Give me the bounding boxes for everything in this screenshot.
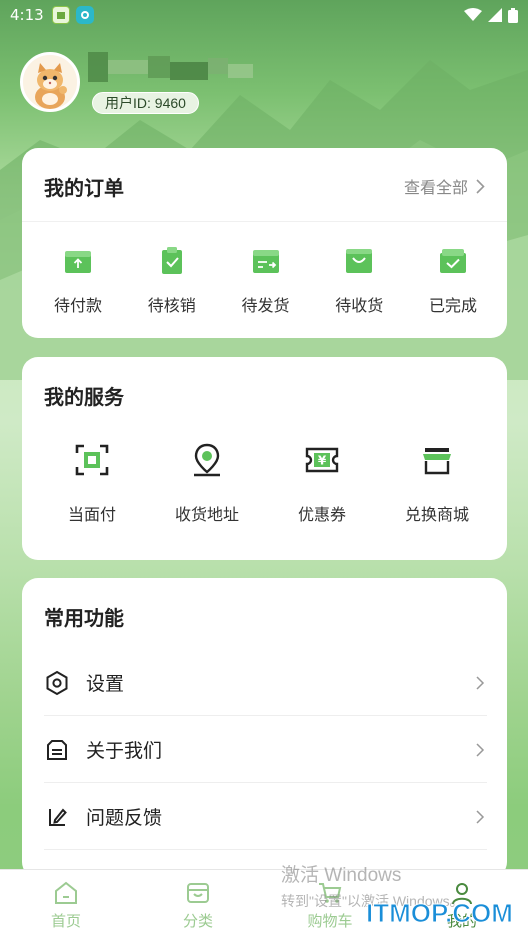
list-label: 问题反馈 bbox=[86, 807, 163, 829]
order-pending-payment[interactable]: 待付款 bbox=[38, 244, 118, 316]
orders-title: 我的订单 bbox=[44, 176, 124, 200]
service-exchange-store[interactable]: 兑换商城 bbox=[387, 441, 487, 525]
list-item-settings[interactable]: 设置 bbox=[44, 650, 487, 716]
service-label: 兑换商城 bbox=[404, 505, 469, 524]
scan-pay-icon bbox=[75, 444, 109, 476]
shopping-bag-icon bbox=[346, 249, 373, 273]
services-row: 当面付 收货地址 ¥ 优惠券 兑换商城 bbox=[42, 441, 487, 525]
service-label: 收货地址 bbox=[174, 505, 239, 524]
about-icon bbox=[47, 739, 67, 760]
store-icon bbox=[423, 448, 451, 475]
wallet-upload-icon bbox=[65, 251, 91, 273]
view-all-orders-link[interactable]: 查看全部 bbox=[404, 174, 485, 198]
tab-category[interactable]: 分类 bbox=[132, 870, 264, 939]
order-label: 待核销 bbox=[147, 296, 196, 315]
battery-icon bbox=[508, 7, 518, 23]
svg-text:¥: ¥ bbox=[318, 454, 327, 468]
list-label: 设置 bbox=[86, 673, 125, 695]
status-app-icon bbox=[75, 6, 94, 24]
category-icon bbox=[187, 883, 209, 903]
chevron-right-icon bbox=[476, 809, 485, 824]
order-label: 待发货 bbox=[241, 296, 290, 315]
list-item-about[interactable]: 关于我们 bbox=[44, 717, 487, 783]
common-title: 常用功能 bbox=[44, 606, 124, 630]
tab-label: 分类 bbox=[182, 912, 213, 930]
order-pending-verify[interactable]: 待核销 bbox=[132, 244, 212, 316]
service-label: 当面付 bbox=[67, 505, 116, 524]
service-scan-pay[interactable]: 当面付 bbox=[42, 441, 142, 525]
list-item-feedback[interactable]: 问题反馈 bbox=[44, 784, 487, 850]
chevron-right-icon bbox=[476, 178, 485, 194]
order-completed[interactable]: 已完成 bbox=[413, 244, 493, 316]
user-id-badge: 用户ID: 9460 bbox=[92, 92, 199, 114]
status-indicators bbox=[464, 7, 518, 23]
common-functions-card: 常用功能 设置 关于我们 问题反馈 bbox=[22, 578, 507, 878]
chevron-right-icon bbox=[476, 742, 485, 757]
order-label: 已完成 bbox=[428, 296, 477, 315]
services-title: 我的服务 bbox=[44, 385, 124, 409]
service-address[interactable]: 收货地址 bbox=[157, 441, 257, 525]
box-check-icon bbox=[440, 249, 466, 273]
status-time: 4:13 bbox=[10, 6, 44, 24]
orders-header: 我的订单 查看全部 bbox=[22, 148, 507, 222]
view-all-label: 查看全部 bbox=[403, 178, 468, 197]
clipboard-check-icon bbox=[161, 247, 182, 274]
home-icon bbox=[55, 881, 77, 904]
status-bar: 4:13 bbox=[0, 0, 528, 30]
order-label: 待付款 bbox=[53, 296, 102, 315]
order-label: 待收货 bbox=[335, 296, 384, 315]
tab-home[interactable]: 首页 bbox=[0, 870, 132, 939]
list-label: 关于我们 bbox=[86, 740, 163, 762]
chevron-right-icon bbox=[476, 675, 485, 690]
tab-label: 购物车 bbox=[307, 912, 353, 930]
feedback-icon bbox=[49, 808, 67, 826]
tab-label: 首页 bbox=[50, 912, 81, 930]
signal-icon bbox=[488, 8, 502, 22]
coupon-icon: ¥ bbox=[305, 447, 339, 473]
location-pin-icon bbox=[194, 443, 220, 477]
cart-icon bbox=[319, 883, 342, 903]
service-coupon[interactable]: ¥ 优惠券 bbox=[272, 441, 372, 525]
box-send-icon bbox=[252, 250, 279, 273]
order-pending-ship[interactable]: 待发货 bbox=[226, 244, 306, 316]
settings-icon bbox=[46, 670, 68, 695]
order-status-row: 待付款 待核销 待发货 待收货 已完成 bbox=[38, 244, 493, 316]
site-watermark: ITMOP.COM bbox=[366, 898, 514, 929]
wifi-icon bbox=[464, 8, 482, 21]
orders-card: 我的订单 查看全部 待付款 待核销 待发货 待收货 已完成 bbox=[22, 148, 507, 338]
avatar[interactable] bbox=[20, 52, 80, 112]
services-card: 我的服务 当面付 收货地址 ¥ 优惠券 兑换商城 bbox=[22, 357, 507, 560]
service-label: 优惠券 bbox=[297, 505, 346, 524]
username-redacted bbox=[88, 52, 253, 82]
order-pending-receive[interactable]: 待收货 bbox=[319, 244, 399, 316]
profile-header: 用户ID: 9460 bbox=[20, 52, 510, 116]
status-app-icon bbox=[51, 6, 70, 24]
